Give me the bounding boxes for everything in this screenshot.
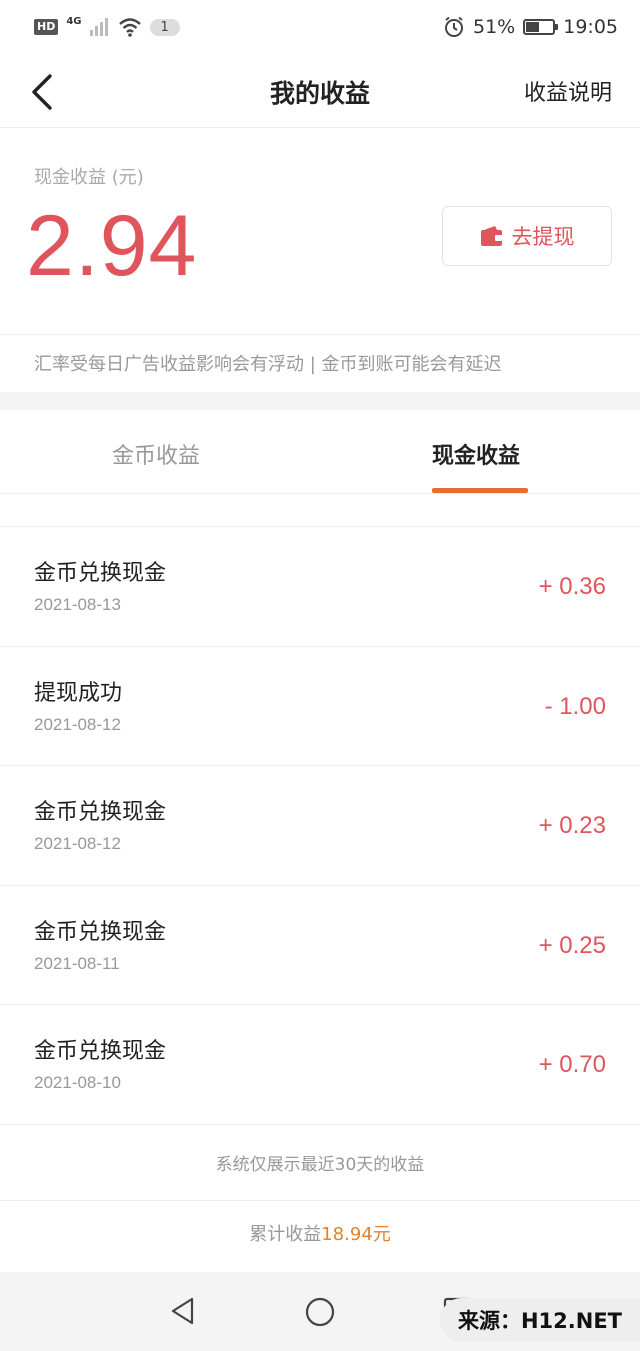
list-item: 提现成功 2021-08-12 - 1.00 — [0, 647, 640, 766]
active-tab-indicator — [432, 488, 528, 493]
record-amount: + 0.25 — [538, 931, 606, 959]
nav-home-button[interactable] — [304, 1296, 336, 1332]
divider — [0, 1200, 640, 1201]
notification-count-badge: 1 — [149, 18, 180, 36]
record-date: 2021-08-13 — [34, 595, 121, 614]
record-title: 金币兑换现金 — [34, 1039, 167, 1064]
record-title: 金币兑换现金 — [34, 561, 167, 586]
battery-fill — [526, 22, 540, 32]
wallet-icon — [480, 226, 502, 246]
hd-badge: HD — [34, 19, 59, 35]
record-title: 金币兑换现金 — [34, 919, 167, 945]
circle-home-icon — [305, 1297, 335, 1327]
clock-time: 19:05 — [563, 16, 618, 38]
list-item: 金币兑换现金 2021-08-11 + 0.25 — [0, 886, 640, 1005]
earnings-help-link[interactable]: 收益说明 — [524, 75, 612, 107]
status-bar: HD 4G 1 51% 19:05 — [0, 0, 640, 54]
record-date: 2021-08-11 — [34, 953, 120, 973]
record-amount: - 1.00 — [544, 692, 606, 720]
list-item: 金币兑换现金 2021-08-12 + 0.23 — [0, 766, 640, 886]
cash-earnings-label: 现金收益 (元) — [34, 167, 144, 188]
record-date: 2021-08-10 — [34, 1073, 121, 1092]
tab-cash-earnings[interactable]: 现金收益 — [432, 438, 520, 470]
record-title: 金币兑换现金 — [34, 800, 167, 825]
wifi-icon — [118, 18, 141, 37]
tab-coin-earnings[interactable]: 金币收益 — [112, 438, 200, 470]
nav-back-button[interactable] — [168, 1296, 198, 1330]
earnings-record-list: 金币兑换现金 2021-08-13 + 0.36 提现成功 2021-08-12… — [0, 527, 640, 1125]
section-gap — [0, 392, 640, 410]
list-item: 金币兑换现金 2021-08-13 + 0.36 — [0, 527, 640, 647]
earnings-tabs: 金币收益 现金收益 — [0, 410, 640, 494]
alarm-icon — [445, 16, 463, 37]
battery-percent: 51% — [473, 16, 516, 38]
status-left: HD 4G 1 — [34, 15, 180, 37]
triangle-back-icon — [171, 1297, 194, 1325]
withdraw-button-label: 去提现 — [511, 225, 575, 249]
exchange-rate-note: 汇率受每日广告收益影响会有浮动 | 金币到账可能会有延迟 — [34, 354, 502, 375]
cash-earnings-amount: 2.94 — [26, 198, 198, 294]
total-earnings-line: 累计收益18.94元 — [0, 1220, 640, 1246]
record-amount: + 0.23 — [538, 812, 606, 839]
retention-note: 系统仅展示最近30天的收益 — [215, 1155, 425, 1175]
app-header: 我的收益 收益说明 — [0, 54, 640, 128]
battery-icon — [523, 19, 559, 35]
record-date: 2021-08-12 — [34, 834, 121, 853]
network-type: 4G — [66, 15, 82, 27]
signal-icon — [89, 18, 108, 36]
divider — [0, 334, 640, 335]
list-item: 金币兑换现金 2021-08-10 + 0.70 — [0, 1005, 640, 1125]
record-title: 提现成功 — [34, 680, 123, 706]
total-earnings-value: 18.94元 — [321, 1224, 391, 1245]
total-earnings-label: 累计收益 — [249, 1224, 322, 1245]
status-right: 51% 19:05 — [443, 16, 618, 38]
record-amount: + 0.36 — [538, 573, 606, 600]
source-watermark: 来源：H12.NET — [440, 1298, 640, 1342]
withdraw-button[interactable]: 去提现 — [442, 206, 612, 266]
record-date: 2021-08-12 — [34, 714, 121, 734]
record-amount: + 0.70 — [538, 1051, 606, 1078]
